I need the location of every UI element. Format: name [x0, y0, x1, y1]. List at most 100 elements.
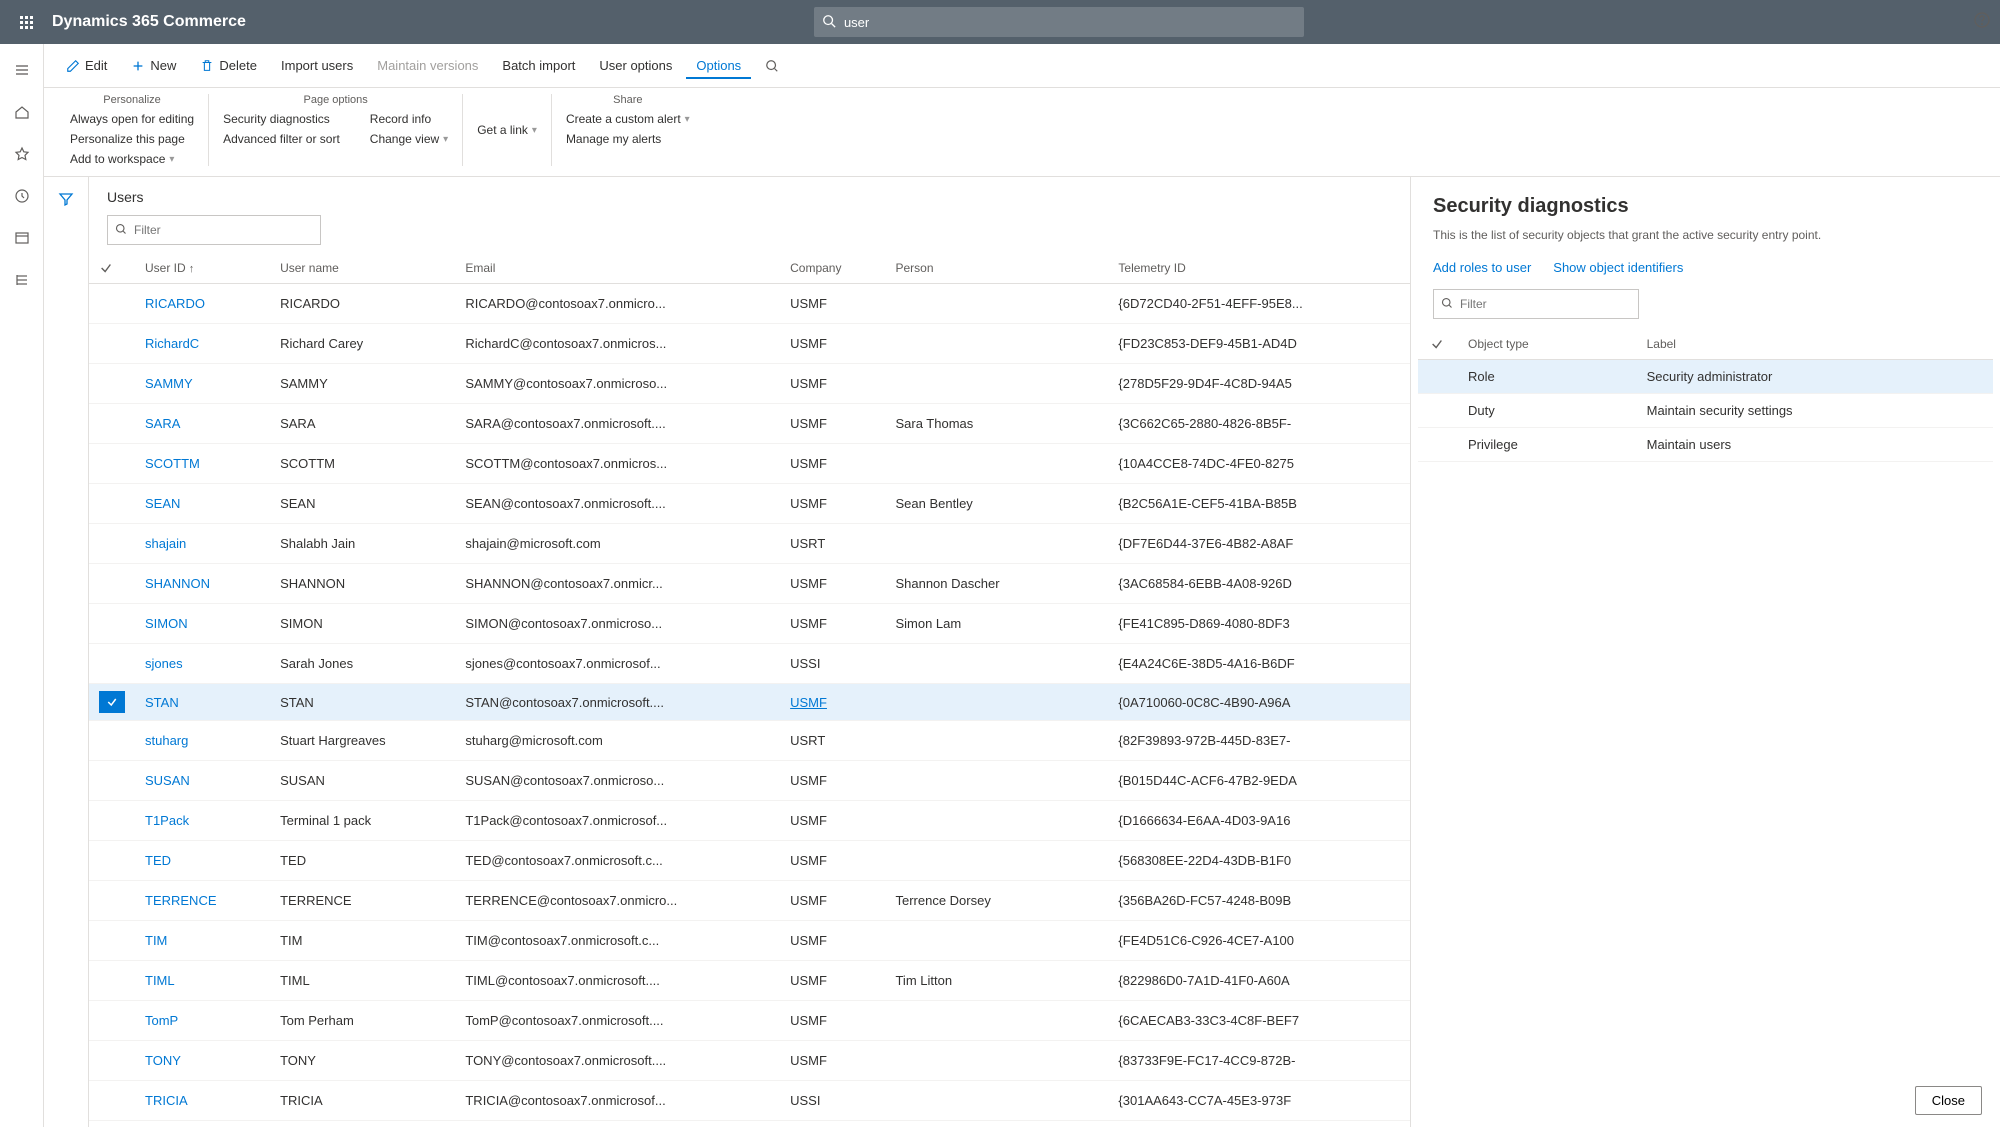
table-row[interactable]: SHANNONSHANNONSHANNON@contosoax7.onmicr.…	[89, 564, 1410, 604]
cell-user-id[interactable]: T1Pack	[135, 801, 270, 841]
table-row[interactable]: STANSTANSTAN@contosoax7.onmicrosoft....U…	[89, 684, 1410, 721]
table-row[interactable]: PrivilegeMaintain users	[1418, 428, 1993, 462]
security-diagnostics-link[interactable]: Security diagnostics	[223, 112, 340, 126]
row-checkbox[interactable]	[89, 564, 135, 604]
table-row[interactable]: stuhargStuart Hargreavesstuharg@microsof…	[89, 721, 1410, 761]
table-row[interactable]: SIMONSIMONSIMON@contosoax7.onmicroso...U…	[89, 604, 1410, 644]
table-row[interactable]: TRICIATRICIATRICIA@contosoax7.onmicrosof…	[89, 1081, 1410, 1121]
ribbon-link[interactable]: Change view▾	[370, 132, 448, 146]
col-person[interactable]: Person	[885, 253, 1108, 284]
cell-user-id[interactable]: TIM	[135, 921, 270, 961]
col-user-id[interactable]: User ID	[135, 253, 270, 284]
cell-user-id[interactable]: TED	[135, 841, 270, 881]
table-row[interactable]: TONYTONYTONY@contosoax7.onmicrosoft....U…	[89, 1041, 1410, 1081]
table-row[interactable]: RICARDORICARDORICARDO@contosoax7.onmicro…	[89, 284, 1410, 324]
col-telemetry[interactable]: Telemetry ID	[1108, 253, 1410, 284]
cell-user-id[interactable]: TRICIA	[135, 1081, 270, 1121]
get-a-link-button[interactable]: Get a link▾	[477, 123, 537, 137]
cell-user-id[interactable]: sjones	[135, 644, 270, 684]
row-checkbox[interactable]	[89, 921, 135, 961]
cell-user-id[interactable]: TIML	[135, 961, 270, 1001]
cell-user-id[interactable]: SIMON	[135, 604, 270, 644]
nav-menu-button[interactable]	[4, 52, 40, 88]
ribbon-link[interactable]: Record info	[370, 112, 448, 126]
col-email[interactable]: Email	[455, 253, 780, 284]
edit-button[interactable]: Edit	[56, 52, 117, 79]
ribbon-link[interactable]: Always open for editing	[70, 112, 194, 126]
cell-user-id[interactable]: RichardC	[135, 324, 270, 364]
new-button[interactable]: New	[121, 52, 186, 79]
table-row[interactable]: sjonesSarah Jonessjones@contosoax7.onmic…	[89, 644, 1410, 684]
table-row[interactable]: SUSANSUSANSUSAN@contosoax7.onmicroso...U…	[89, 761, 1410, 801]
table-row[interactable]: SCOTTMSCOTTMSCOTTM@contosoax7.onmicros..…	[89, 444, 1410, 484]
cell-user-id[interactable]: SARA	[135, 404, 270, 444]
table-row[interactable]: SEANSEANSEAN@contosoax7.onmicrosoft....U…	[89, 484, 1410, 524]
cell-user-id[interactable]: RICARDO	[135, 284, 270, 324]
ribbon-link[interactable]: Add to workspace▾	[70, 152, 194, 166]
row-checkbox[interactable]	[89, 841, 135, 881]
row-checkbox[interactable]	[89, 284, 135, 324]
row-checkbox[interactable]	[89, 404, 135, 444]
col-object-type[interactable]: Object type	[1456, 329, 1635, 360]
ribbon-link[interactable]: Create a custom alert▾	[566, 112, 690, 126]
cell-user-id[interactable]: TERRENCE	[135, 881, 270, 921]
table-row[interactable]: SARASARASARA@contosoax7.onmicrosoft....U…	[89, 404, 1410, 444]
cell-user-id[interactable]: TONY	[135, 1041, 270, 1081]
row-checkbox[interactable]	[89, 684, 135, 721]
nav-workspaces-button[interactable]	[4, 220, 40, 256]
nav-favorites-button[interactable]	[4, 136, 40, 172]
ribbon-link[interactable]: Advanced filter or sort	[223, 132, 340, 146]
cell-user-id[interactable]: TomP	[135, 1001, 270, 1041]
cell-user-id[interactable]: SCOTTM	[135, 444, 270, 484]
table-row[interactable]: TERRENCETERRENCETERRENCE@contosoax7.onmi…	[89, 881, 1410, 921]
row-checkbox[interactable]	[1418, 394, 1456, 428]
row-checkbox[interactable]	[89, 364, 135, 404]
import-users-button[interactable]: Import users	[271, 52, 363, 79]
panel-select-all[interactable]	[1418, 329, 1456, 360]
row-checkbox[interactable]	[89, 324, 135, 364]
funnel-icon[interactable]	[58, 191, 74, 1127]
grid-filter-input[interactable]	[107, 215, 321, 245]
cell-user-id[interactable]: STAN	[135, 684, 270, 721]
cell-user-id[interactable]: SUSAN	[135, 761, 270, 801]
table-row[interactable]: VINCEVINCEVINCE@contosoax7.onmicrosof...…	[89, 1121, 1410, 1127]
table-row[interactable]: TIMLTIMLTIML@contosoax7.onmicrosoft....U…	[89, 961, 1410, 1001]
table-row[interactable]: DutyMaintain security settings	[1418, 394, 1993, 428]
row-checkbox[interactable]	[89, 761, 135, 801]
table-row[interactable]: TomPTom PerhamTomP@contosoax7.onmicrosof…	[89, 1001, 1410, 1041]
table-row[interactable]: RoleSecurity administrator	[1418, 360, 1993, 394]
nav-modules-button[interactable]	[4, 262, 40, 298]
row-checkbox[interactable]	[89, 1121, 135, 1127]
row-checkbox[interactable]	[1418, 428, 1456, 462]
row-checkbox[interactable]	[89, 644, 135, 684]
table-row[interactable]: TIMTIMTIM@contosoax7.onmicrosoft.c...USM…	[89, 921, 1410, 961]
delete-button[interactable]: Delete	[190, 52, 267, 79]
select-all-checkbox[interactable]	[89, 253, 135, 284]
cell-user-id[interactable]: stuharg	[135, 721, 270, 761]
row-checkbox[interactable]	[89, 961, 135, 1001]
cell-user-id[interactable]: SHANNON	[135, 564, 270, 604]
batch-import-button[interactable]: Batch import	[492, 52, 585, 79]
row-checkbox[interactable]	[89, 444, 135, 484]
options-tab[interactable]: Options	[686, 52, 751, 79]
cell-user-id[interactable]: shajain	[135, 524, 270, 564]
col-label[interactable]: Label	[1635, 329, 1993, 360]
row-checkbox[interactable]	[89, 604, 135, 644]
row-checkbox[interactable]	[89, 801, 135, 841]
row-checkbox[interactable]	[89, 484, 135, 524]
cell-user-id[interactable]: SAMMY	[135, 364, 270, 404]
cell-user-id[interactable]: SEAN	[135, 484, 270, 524]
table-row[interactable]: T1PackTerminal 1 packT1Pack@contosoax7.o…	[89, 801, 1410, 841]
panel-filter-input[interactable]	[1433, 289, 1639, 319]
row-checkbox[interactable]	[89, 1081, 135, 1121]
user-options-button[interactable]: User options	[589, 52, 682, 79]
row-checkbox[interactable]	[89, 524, 135, 564]
table-row[interactable]: TEDTEDTED@contosoax7.onmicrosoft.c...USM…	[89, 841, 1410, 881]
table-row[interactable]: SAMMYSAMMYSAMMY@contosoax7.onmicroso...U…	[89, 364, 1410, 404]
table-row[interactable]: RichardCRichard CareyRichardC@contosoax7…	[89, 324, 1410, 364]
col-user-name[interactable]: User name	[270, 253, 455, 284]
app-launcher-button[interactable]	[8, 4, 44, 40]
nav-recent-button[interactable]	[4, 178, 40, 214]
show-identifiers-link[interactable]: Show object identifiers	[1553, 260, 1683, 275]
nav-home-button[interactable]	[4, 94, 40, 130]
